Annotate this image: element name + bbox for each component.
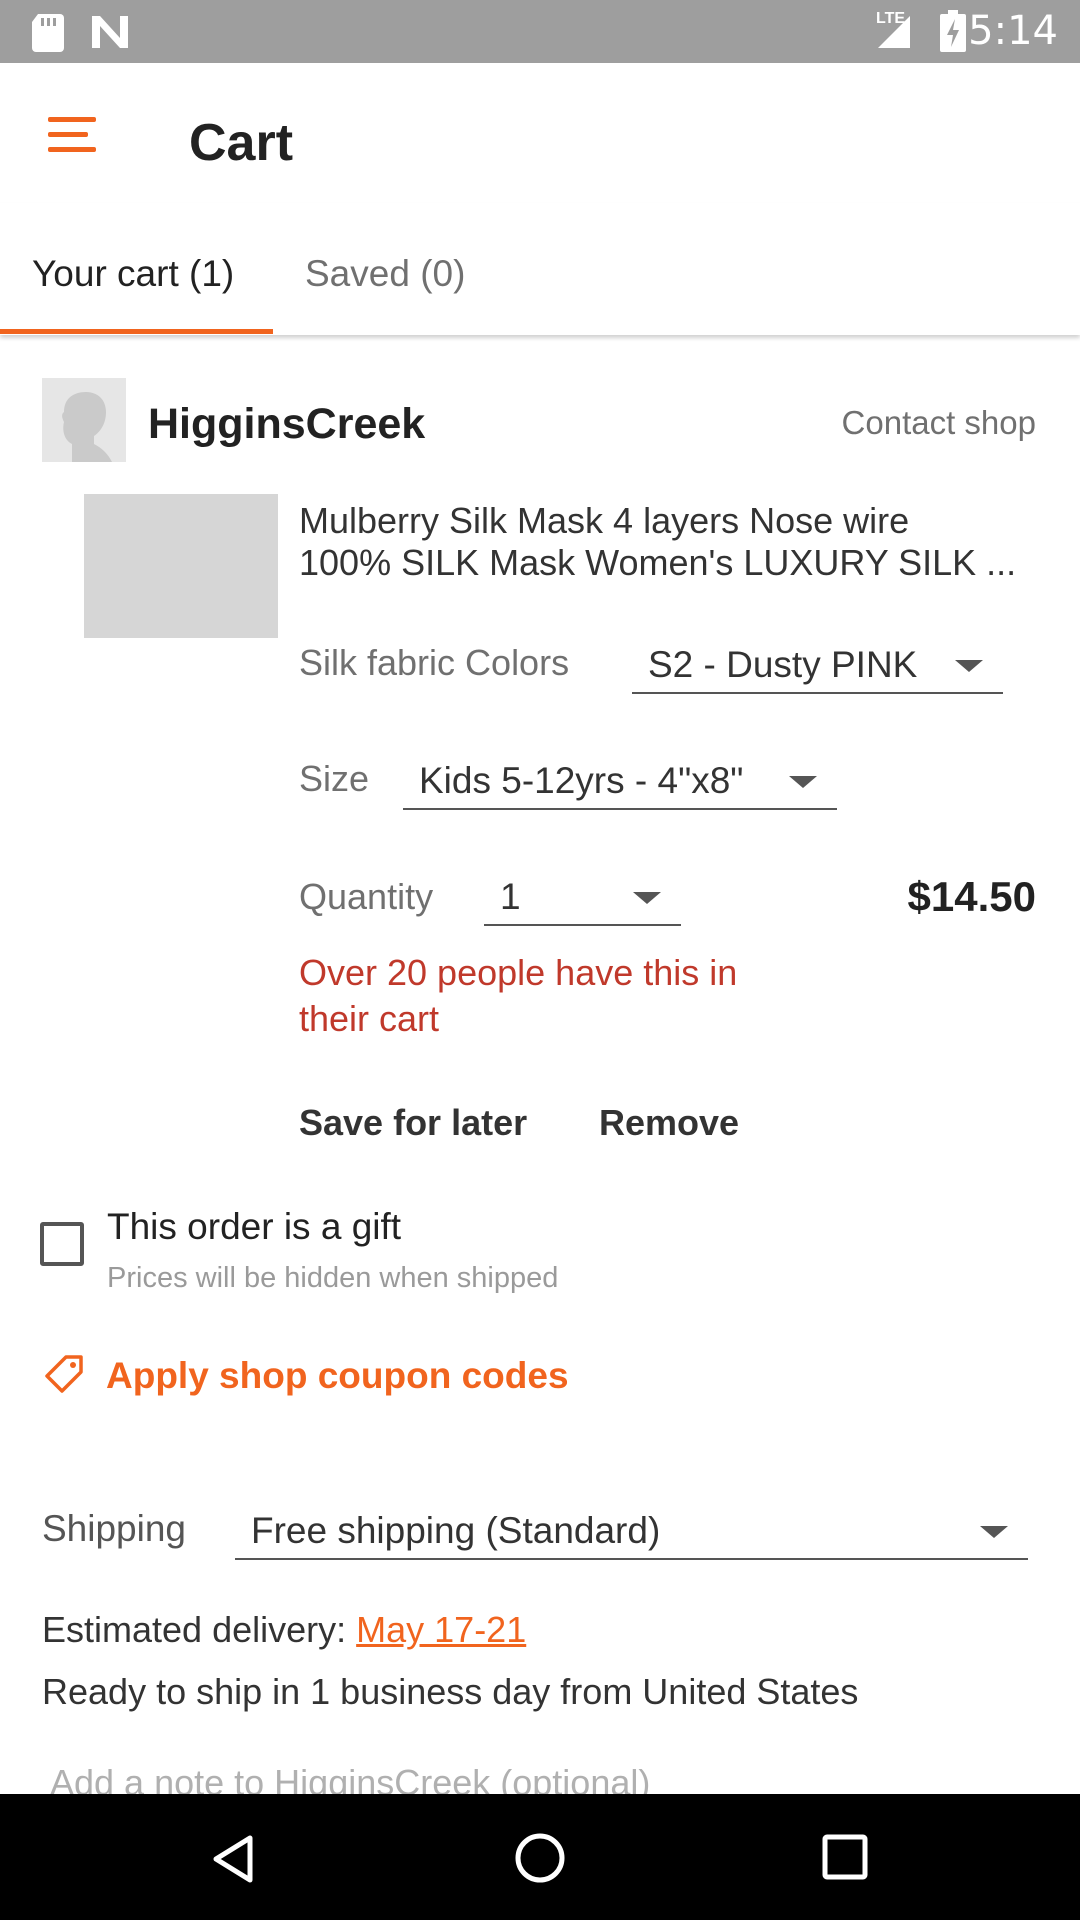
chevron-down-icon bbox=[633, 892, 661, 904]
quantity-label: Quantity bbox=[299, 876, 434, 917]
notification-n-icon bbox=[92, 16, 128, 48]
item-title-line-1: Mulberry Silk Mask 4 layers Nose wire bbox=[299, 500, 910, 541]
shipping-select[interactable]: Free shipping (Standard) bbox=[235, 1502, 1028, 1560]
remove-button[interactable]: Remove bbox=[599, 1102, 739, 1144]
ready-to-ship-text: Ready to ship in 1 business day from Uni… bbox=[42, 1671, 859, 1712]
navigation-bar bbox=[0, 1794, 1080, 1920]
item-title-line-2: 100% SILK Mask Women's LUXURY SILK ... bbox=[299, 542, 1017, 583]
status-time: 5:14 bbox=[968, 8, 1058, 54]
quantity-select-value: 1 bbox=[500, 876, 521, 917]
tab-your-cart[interactable]: Your cart (1) bbox=[32, 253, 234, 295]
shop-avatar[interactable] bbox=[42, 378, 126, 462]
size-select[interactable]: Kids 5-12yrs - 4"x8" bbox=[403, 752, 837, 810]
size-option-label: Size bbox=[299, 758, 370, 799]
recents-icon[interactable] bbox=[822, 1834, 868, 1880]
shop-name[interactable]: HigginsCreek bbox=[148, 400, 425, 449]
sd-card-icon bbox=[32, 14, 64, 52]
menu-icon[interactable] bbox=[48, 115, 98, 155]
gift-sublabel: Prices will be hidden when shipped bbox=[107, 1262, 559, 1294]
gift-label[interactable]: This order is a gift bbox=[107, 1206, 401, 1248]
status-bar: LTE 5:14 bbox=[0, 0, 1080, 63]
color-select[interactable]: S2 - Dusty PINK bbox=[632, 636, 1003, 694]
shipping-select-value: Free shipping (Standard) bbox=[251, 1510, 661, 1551]
cart-urgency-message: Over 20 people have this in their cart bbox=[299, 952, 738, 1039]
quantity-select[interactable]: 1 bbox=[484, 868, 681, 926]
item-title[interactable]: Mulberry Silk Mask 4 layers Nose wire 10… bbox=[299, 500, 1039, 584]
estimated-delivery-date-link[interactable]: May 17-21 bbox=[356, 1609, 526, 1650]
page-title: Cart bbox=[189, 114, 294, 172]
apply-coupon-button[interactable]: Apply shop coupon codes bbox=[106, 1355, 569, 1397]
color-select-value: S2 - Dusty PINK bbox=[648, 644, 918, 685]
contact-shop-link[interactable]: Contact shop bbox=[842, 404, 1036, 442]
tag-icon[interactable] bbox=[44, 1354, 84, 1394]
cart-tabs: Your cart (1) Saved (0) bbox=[0, 203, 1080, 335]
chevron-down-icon bbox=[980, 1526, 1008, 1538]
home-icon[interactable] bbox=[514, 1832, 566, 1884]
app-bar: Cart bbox=[0, 63, 1080, 203]
size-select-value: Kids 5-12yrs - 4"x8" bbox=[419, 760, 744, 801]
color-option-label: Silk fabric Colors bbox=[299, 642, 570, 683]
save-for-later-button[interactable]: Save for later bbox=[299, 1102, 527, 1144]
estimated-delivery: Estimated delivery: May 17-21 bbox=[42, 1609, 526, 1651]
battery-charging-icon bbox=[940, 10, 966, 52]
tab-saved[interactable]: Saved (0) bbox=[305, 253, 465, 295]
signal-icon bbox=[878, 16, 910, 48]
chevron-down-icon bbox=[955, 660, 983, 672]
gift-checkbox[interactable] bbox=[40, 1222, 84, 1266]
item-price: $14.50 bbox=[907, 873, 1036, 920]
chevron-down-icon bbox=[789, 776, 817, 788]
active-tab-indicator bbox=[0, 329, 273, 334]
back-icon[interactable] bbox=[210, 1834, 256, 1884]
estimated-delivery-label: Estimated delivery: bbox=[42, 1609, 347, 1650]
item-thumbnail[interactable] bbox=[84, 494, 278, 638]
avatar-icon bbox=[62, 392, 112, 462]
shipping-label: Shipping bbox=[42, 1508, 187, 1549]
